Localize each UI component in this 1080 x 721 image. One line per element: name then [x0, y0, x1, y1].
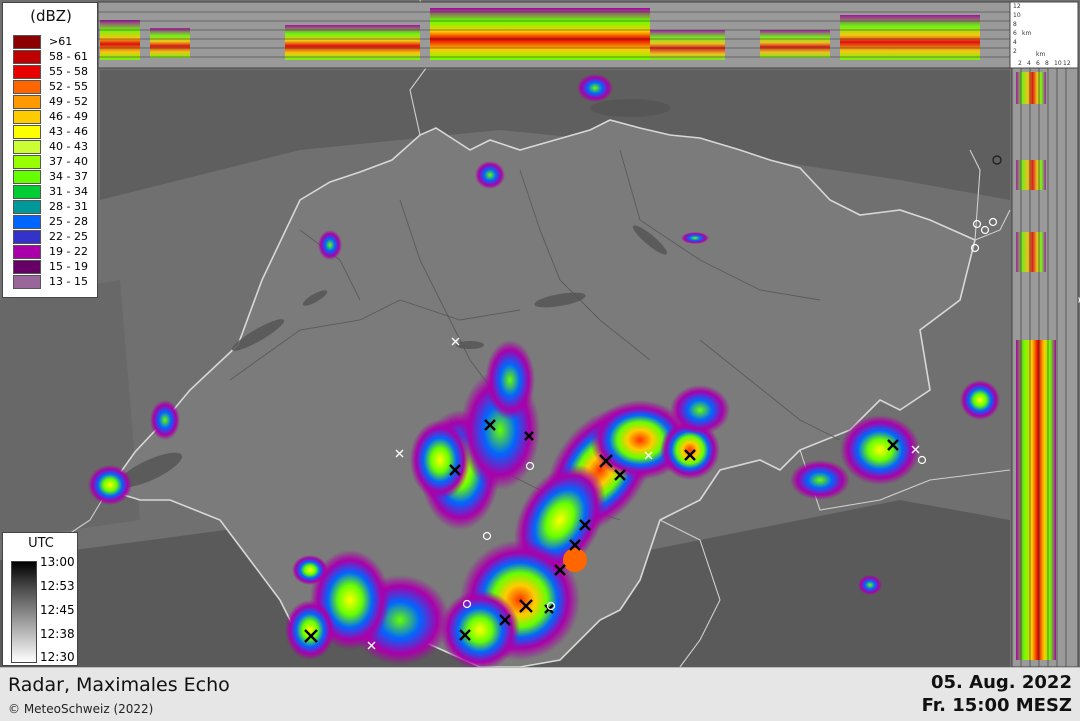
right-axis-tick: 12 — [1063, 60, 1071, 67]
footer-bar: Radar, Maximales Echo © MeteoSchweiz (20… — [0, 667, 1080, 721]
legend-swatch — [13, 275, 41, 289]
legend-label: 22 - 25 — [49, 230, 88, 243]
time-tick: 13:00 — [40, 555, 75, 569]
right-axis-tick: 10 — [1054, 60, 1062, 67]
time-tick: 12:45 — [40, 603, 75, 617]
time-tick: 12:30 — [40, 650, 75, 664]
legend-swatch — [13, 200, 41, 214]
top-axis-tick: 10 — [1013, 12, 1021, 19]
legend-label: 13 - 15 — [49, 275, 88, 288]
legend-swatch — [13, 110, 41, 124]
product-title: Radar, Maximales Echo — [8, 674, 230, 696]
legend-label: 19 - 22 — [49, 245, 88, 258]
legend-swatch — [13, 245, 41, 259]
time-tick: 12:53 — [40, 579, 75, 593]
legend-swatch — [13, 50, 41, 64]
legend-swatch — [13, 140, 41, 154]
top-axis-tick: 8 — [1013, 21, 1017, 28]
legend-label: 31 - 34 — [49, 185, 88, 198]
time-legend-title: UTC — [28, 536, 54, 551]
time-label: Fr. 15:00 MESZ — [921, 695, 1072, 716]
right-axis-tick: 8 — [1045, 60, 1049, 67]
top-axis-unit: km — [1022, 30, 1032, 37]
legend-label: 52 - 55 — [49, 80, 88, 93]
legend-label: 34 - 37 — [49, 170, 88, 183]
legend-swatch — [13, 80, 41, 94]
legend-label: 25 - 28 — [49, 215, 88, 228]
right-axis-unit: km — [1036, 51, 1046, 58]
dbz-legend: (dBZ) >61 58 - 61 55 - 58 52 - 55 49 - 5… — [2, 2, 98, 298]
legend-label: 28 - 31 — [49, 200, 88, 213]
right-axis-tick: 6 — [1036, 60, 1040, 67]
legend-label: 58 - 61 — [49, 50, 88, 63]
legend-label: 55 - 58 — [49, 65, 88, 78]
legend-swatch — [13, 95, 41, 109]
utc-time-legend: UTC 13:00 12:53 12:45 12:38 12:30 — [2, 532, 78, 666]
right-axis-tick: 2 — [1018, 60, 1022, 67]
legend-swatch — [13, 260, 41, 274]
top-axis-tick: 4 — [1013, 39, 1017, 46]
legend-swatch — [13, 230, 41, 244]
legend-swatch — [13, 215, 41, 229]
legend-swatch — [13, 65, 41, 79]
legend-label: 43 - 46 — [49, 125, 88, 138]
time-tick: 12:38 — [40, 627, 75, 641]
top-axis-tick: 2 — [1013, 48, 1017, 55]
time-gradient-bar — [11, 561, 37, 663]
legend-swatch — [13, 35, 41, 49]
date-label: 05. Aug. 2022 — [931, 672, 1072, 693]
right-axis-tick: 4 — [1027, 60, 1031, 67]
legend-title: (dBZ) — [30, 7, 72, 25]
legend-swatch — [13, 125, 41, 139]
top-axis-tick: 6 — [1013, 30, 1017, 37]
top-axis-tick: 12 — [1013, 3, 1021, 10]
legend-label: 46 - 49 — [49, 110, 88, 123]
legend-label: 49 - 52 — [49, 95, 88, 108]
legend-swatch — [13, 170, 41, 184]
legend-swatch — [13, 155, 41, 169]
copyright-text: © MeteoSchweiz (2022) — [8, 702, 154, 716]
legend-label: 40 - 43 — [49, 140, 88, 153]
legend-label: 15 - 19 — [49, 260, 88, 273]
radar-map — [0, 0, 1080, 670]
legend-label: >61 — [49, 35, 73, 48]
legend-label: 37 - 40 — [49, 155, 88, 168]
legend-swatch — [13, 185, 41, 199]
